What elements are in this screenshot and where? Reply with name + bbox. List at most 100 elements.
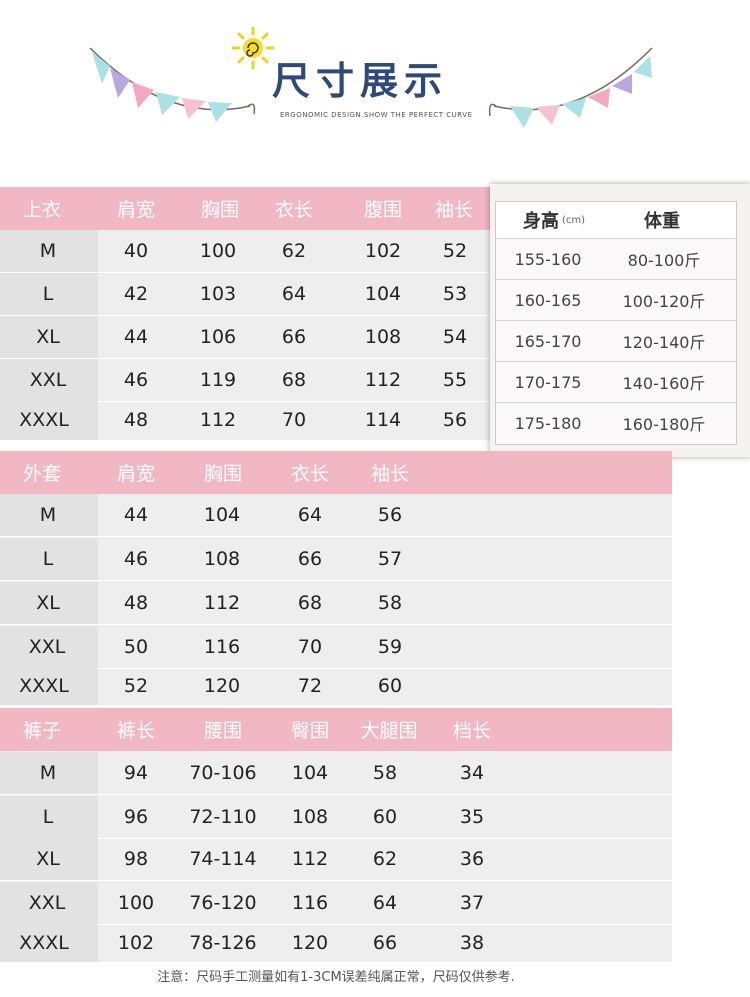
- table-cell: 38: [459, 931, 485, 954]
- pants-header-row: 裤子 裤长 腰围 臀围 大腿围 档长: [0, 708, 672, 751]
- size-label: XXL: [28, 892, 66, 914]
- table-cell: 66: [372, 931, 398, 954]
- table-cell: 44: [123, 326, 149, 348]
- table-cell: 68: [297, 592, 323, 614]
- tops-header-cell: 腹围: [363, 199, 403, 221]
- list-item: 175-180 160-180斤: [496, 403, 736, 443]
- weight-range: 80-100斤: [627, 251, 701, 270]
- height-weight-header: 身高 (cm) 体重: [496, 202, 736, 239]
- table-cell: 62: [372, 848, 398, 870]
- tops-header-cell: 胸围: [200, 199, 240, 221]
- size-label: XXXL: [19, 409, 69, 431]
- table-cell: 48: [123, 592, 149, 614]
- weight-range: 100-120斤: [622, 292, 706, 311]
- table-cell: 72: [297, 675, 323, 697]
- height-range: 175-180: [514, 413, 582, 433]
- table-cell: 72-110: [189, 806, 257, 828]
- table-cell: 112: [199, 409, 237, 431]
- table-cell: 106: [199, 326, 237, 348]
- table-row: XXXL 52 120 72 60: [0, 667, 672, 706]
- table-row: L 96 72-110 108 60 35: [0, 796, 672, 839]
- table-cell: 57: [377, 548, 403, 570]
- height-range: 155-160: [514, 249, 582, 269]
- table-cell: 96: [123, 806, 149, 828]
- table-cell: 62: [281, 240, 307, 262]
- size-label: XXL: [28, 636, 66, 658]
- list-item: 160-165 100-120斤: [496, 280, 736, 321]
- table-row: XXXL 102 78-126 120 66 38: [0, 923, 672, 963]
- table-row: M 94 70-106 104 58 34: [0, 752, 672, 795]
- table-cell: 74-114: [189, 848, 257, 870]
- table-cell: 59: [377, 636, 403, 658]
- table-cell: 119: [199, 369, 237, 391]
- table-row: XL 98 74-114 112 62 36: [0, 838, 672, 881]
- size-label: XL: [36, 848, 60, 870]
- table-cell: 104: [203, 504, 241, 526]
- size-label: L: [42, 806, 54, 828]
- coat-header-cell: 胸围: [203, 463, 243, 485]
- table-row: M 44 104 64 56: [0, 494, 672, 537]
- table-cell: 36: [459, 848, 485, 870]
- weight-header: 体重: [644, 211, 680, 232]
- coat-header-cell: 衣长: [290, 463, 330, 485]
- table-cell: 104: [291, 762, 329, 784]
- size-label: M: [39, 762, 57, 784]
- table-cell: 64: [372, 892, 398, 914]
- table-cell: 64: [297, 504, 323, 526]
- tops-header-cell: 衣长: [274, 199, 314, 221]
- table-cell: 116: [203, 636, 241, 658]
- measurement-note: 注意：尺码手工测量如有1-3CM误差纯属正常，尺码仅供参考.: [157, 970, 515, 985]
- table-cell: 114: [364, 409, 402, 431]
- table-row: XXL 50 116 70 59: [0, 626, 672, 669]
- table-row: XXL 100 76-120 116 64 37: [0, 882, 672, 925]
- pants-header-cell: 腰围: [203, 720, 243, 742]
- table-cell: 60: [372, 806, 398, 828]
- height-weight-card: 身高 (cm) 体重 155-160 80-100斤 160-165 100-12…: [490, 184, 750, 457]
- table-cell: 70: [281, 409, 307, 431]
- table-cell: 60: [377, 675, 403, 697]
- table-cell: 116: [291, 892, 329, 914]
- table-cell: 78-126: [189, 931, 257, 954]
- size-label: L: [42, 548, 54, 570]
- table-cell: 102: [364, 240, 402, 262]
- table-cell: 112: [291, 848, 329, 870]
- coat-size-table: 外套 肩宽 胸围 衣长 袖长 M 44 104 64 56 L 46 108 6…: [0, 451, 672, 706]
- table-cell: 40: [123, 240, 149, 262]
- table-row: XL 48 112 68 58: [0, 582, 672, 625]
- table-cell: 44: [123, 504, 149, 526]
- pants-header-cell: 裤子: [22, 720, 62, 742]
- pants-header-cell: 大腿围: [360, 720, 418, 742]
- tops-header-cell: 上衣: [22, 199, 62, 221]
- list-item: 165-170 120-140斤: [496, 321, 736, 362]
- coat-header-cell: 肩宽: [116, 463, 156, 485]
- table-cell: 50: [123, 636, 149, 658]
- bunting-left-decoration: [88, 40, 258, 144]
- table-cell: 94: [123, 762, 149, 784]
- table-cell: 70-106: [189, 762, 257, 784]
- table-cell: 54: [442, 326, 468, 348]
- table-cell: 66: [297, 548, 323, 570]
- height-range: 165-170: [514, 331, 582, 351]
- list-item: 170-175 140-160斤: [496, 362, 736, 403]
- table-cell: 34: [459, 762, 485, 784]
- table-cell: 46: [123, 369, 149, 391]
- size-label: XXL: [29, 369, 67, 391]
- table-cell: 37: [459, 892, 485, 914]
- size-label: XXXL: [19, 675, 69, 697]
- bunting-right-decoration: [486, 40, 656, 144]
- list-item: 155-160 80-100斤: [496, 239, 736, 280]
- table-cell: 120: [203, 675, 241, 697]
- size-label: XXXL: [19, 931, 69, 954]
- size-label: L: [42, 283, 54, 305]
- size-label: M: [39, 240, 57, 262]
- table-cell: 112: [203, 592, 241, 614]
- table-cell: 102: [117, 931, 155, 954]
- pants-size-table: 裤子 裤长 腰围 臀围 大腿围 档长 M 94 70-106 104 58 34…: [0, 708, 672, 963]
- page-title: 尺寸展示: [272, 59, 449, 103]
- table-cell: 120: [291, 931, 329, 954]
- table-cell: 103: [199, 283, 237, 305]
- table-cell: 76-120: [189, 892, 257, 914]
- table-cell: 58: [377, 592, 403, 614]
- pants-header-cell: 档长: [452, 720, 492, 742]
- table-cell: 68: [281, 369, 307, 391]
